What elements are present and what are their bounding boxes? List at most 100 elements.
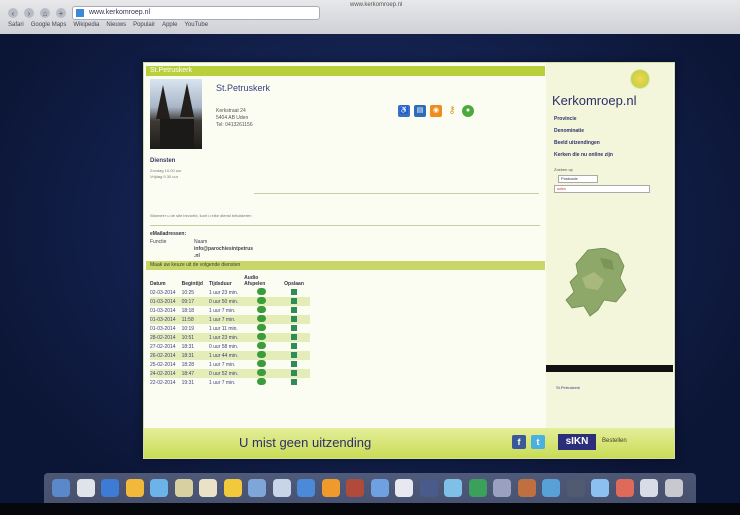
key-icon[interactable]: ⚷: [446, 105, 458, 117]
search-input[interactable]: uden: [554, 185, 650, 193]
cell-begintijd: 18:31: [181, 343, 195, 350]
book-icon[interactable]: ▤: [414, 105, 426, 117]
table-row: 01-03-2014 09:17 0 uur 50 min.: [150, 297, 310, 306]
save-icon[interactable]: [291, 360, 298, 367]
dock-app-icon[interactable]: [468, 479, 487, 497]
home-icon[interactable]: ⌂: [40, 8, 50, 18]
facebook-icon[interactable]: f: [512, 435, 526, 449]
play-icon[interactable]: [256, 378, 266, 385]
sidebar-item-denominatie[interactable]: Denominatie: [554, 125, 613, 137]
wheelchair-icon[interactable]: ♿: [398, 105, 410, 117]
bookmark-item[interactable]: Safari: [8, 22, 24, 28]
cell-datum: 01-03-2014: [150, 297, 182, 306]
play-icon[interactable]: [256, 333, 266, 340]
netherlands-map[interactable]: [564, 248, 628, 318]
dock-app-icon[interactable]: [346, 479, 364, 497]
cell-begintijd: 19:31: [181, 379, 195, 386]
add-bookmark-button[interactable]: +: [56, 8, 66, 18]
search-type-select[interactable]: Postcode: [558, 175, 598, 183]
cell-datum: 28-02-2014: [150, 333, 182, 342]
audio-player[interactable]: [546, 365, 673, 372]
dock-app-icon[interactable]: [615, 479, 634, 497]
play-icon[interactable]: [256, 324, 266, 331]
save-icon[interactable]: [291, 333, 298, 340]
table-row: 24-02-2014 18:47 0 uur 52 min.: [150, 369, 310, 378]
play-icon[interactable]: [256, 369, 266, 376]
cell-audio: [244, 342, 284, 351]
dock-app-icon[interactable]: [125, 479, 144, 497]
save-icon[interactable]: [291, 297, 298, 304]
bookmark-item[interactable]: Google Maps: [31, 22, 67, 28]
rss-icon[interactable]: ◉: [430, 105, 442, 117]
dock-app-icon[interactable]: [174, 479, 193, 497]
dock-app-icon[interactable]: [370, 479, 389, 497]
save-icon[interactable]: [291, 315, 298, 322]
sidebar-item-beeld[interactable]: Beeld uitzendingen: [554, 137, 613, 149]
dock-app-icon[interactable]: [444, 479, 462, 497]
page-title-strip: St.Petruskerk: [146, 66, 545, 76]
dock-app-icon[interactable]: [640, 479, 658, 497]
dock-app-icon[interactable]: [297, 479, 315, 497]
dock-app-icon[interactable]: [52, 479, 70, 497]
play-icon[interactable]: [256, 360, 266, 367]
bookmark-item[interactable]: Apple: [162, 22, 177, 28]
cell-opslaan: [284, 297, 310, 306]
dock-app-icon[interactable]: [493, 479, 511, 497]
play-icon[interactable]: [256, 342, 266, 349]
email-link[interactable]: info@parochiesintpetrus .nl: [194, 246, 253, 260]
bookmark-item[interactable]: Wikipedia: [73, 22, 99, 28]
cell-datum: 01-03-2014: [150, 307, 176, 314]
cell-audio: [244, 351, 285, 360]
dock-app-icon[interactable]: [199, 479, 217, 497]
webpage: St.Petruskerk St.Petruskerk Kerkstraat 2…: [143, 62, 675, 459]
dock-app-icon[interactable]: [223, 479, 242, 497]
sidebar-item-provincie[interactable]: Provincie: [554, 113, 613, 125]
dock-app-icon[interactable]: [566, 479, 585, 497]
play-icon[interactable]: [256, 351, 266, 358]
bookmark-item[interactable]: Nieuws: [106, 22, 126, 28]
save-icon[interactable]: [291, 351, 298, 358]
dock-app-icon[interactable]: [419, 479, 438, 497]
save-icon[interactable]: [291, 324, 298, 331]
dock-app-icon[interactable]: [272, 479, 291, 497]
globe-icon[interactable]: ●: [462, 105, 474, 117]
ikn-logo[interactable]: sIKN: [558, 434, 596, 450]
dock-app-icon[interactable]: [321, 479, 340, 497]
dock-app-icon[interactable]: [591, 479, 609, 497]
twitter-icon[interactable]: t: [531, 435, 545, 449]
dock-app-icon[interactable]: [542, 479, 560, 497]
col-tijdsduur: Tijdsduur: [208, 281, 232, 287]
col-datum: Datum: [150, 281, 166, 287]
bookmark-item[interactable]: Populair: [133, 22, 155, 28]
play-icon[interactable]: [256, 297, 266, 304]
bookmark-item[interactable]: YouTube: [184, 22, 208, 28]
bestellen-link[interactable]: Bestellen: [602, 438, 627, 444]
save-icon[interactable]: [291, 342, 298, 349]
address-bar[interactable]: www.kerkomroep.nl: [72, 6, 320, 20]
sidebar-item-online[interactable]: Kerken die nu online zijn: [554, 149, 613, 161]
dock-app-icon[interactable]: [395, 479, 413, 497]
save-icon[interactable]: [291, 369, 298, 376]
dock-app-icon[interactable]: [248, 479, 266, 497]
save-icon[interactable]: [291, 378, 298, 385]
table-row: 28-02-2014 10:51 1 uur 23 min.: [150, 333, 310, 342]
forward-button[interactable]: ›: [24, 8, 34, 18]
cell-tijdsduur: 1 uur 23 min.: [208, 289, 239, 296]
dock-app-icon[interactable]: [517, 479, 536, 497]
cell-opslaan: [284, 351, 310, 360]
dock-app-icon[interactable]: [76, 479, 95, 497]
save-icon[interactable]: [291, 306, 298, 313]
dock-app-icon[interactable]: [101, 479, 119, 497]
play-icon[interactable]: [256, 306, 266, 313]
dock-app-icon[interactable]: [664, 479, 683, 497]
play-icon[interactable]: [256, 315, 266, 322]
address-line: 5404 AB Uden: [216, 115, 249, 121]
play-icon[interactable]: [256, 288, 266, 295]
divider: [150, 225, 540, 226]
site-logo[interactable]: Kerkomroep.nl: [552, 93, 637, 108]
save-icon[interactable]: [291, 288, 298, 295]
table-row: 01-03-2014 11:58 1 uur 7 min.: [150, 315, 310, 324]
back-button[interactable]: ‹: [8, 8, 18, 18]
dock-app-icon[interactable]: [150, 479, 168, 497]
dock: [44, 473, 696, 503]
